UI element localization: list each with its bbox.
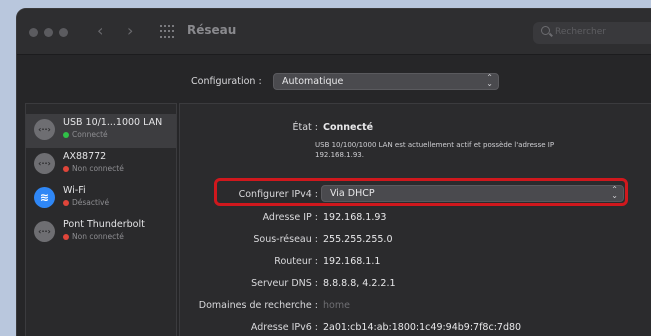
close-window-button[interactable]	[29, 28, 38, 37]
dns-server-value: 8.8.8.8, 4.2.2.1	[323, 278, 396, 289]
sidebar-item-thunderbolt-bridge[interactable]: ‹··› Pont Thunderbolt Non connecté	[26, 216, 176, 250]
router-value: 192.168.1.1	[323, 256, 381, 267]
network-services-list: ‹··› USB 10/1...1000 LAN Connecté ‹··› A…	[25, 103, 177, 336]
ethernet-icon: ‹··›	[34, 221, 55, 242]
sidebar-item-wifi[interactable]: ≋ Wi-Fi Désactivé	[26, 182, 176, 216]
ipv6-address-label: Adresse IPv6 :	[250, 322, 318, 333]
zoom-window-button[interactable]	[59, 28, 68, 37]
sidebar-item-label: AX88772	[63, 151, 107, 162]
status-text: Non connecté	[63, 164, 124, 173]
status-indicator	[63, 234, 69, 240]
configuration-label: Configuration :	[191, 76, 262, 87]
dns-server-label: Serveur DNS :	[251, 278, 318, 289]
window-title: Réseau	[187, 23, 237, 37]
search-icon	[541, 26, 550, 35]
sidebar-item-usb-lan[interactable]: ‹··› USB 10/1...1000 LAN Connecté	[26, 114, 176, 148]
select-updown-icon: ⌃ ⌄	[486, 73, 493, 88]
sidebar-item-label: Wi-Fi	[63, 185, 86, 196]
search-placeholder: Rechercher	[555, 27, 606, 37]
back-arrow-icon[interactable]: ‹	[97, 21, 103, 40]
sidebar-item-label: USB 10/1...1000 LAN	[63, 117, 163, 128]
status-value: Connecté	[323, 122, 374, 133]
show-all-grid-icon[interactable]	[160, 25, 174, 39]
status-text: Non connecté	[63, 232, 124, 241]
sidebar-item-label: Pont Thunderbolt	[63, 219, 145, 230]
ethernet-icon: ‹··›	[34, 153, 55, 174]
router-label: Routeur :	[274, 256, 318, 267]
configuration-value: Automatique	[282, 76, 344, 87]
search-domains-label: Domaines de recherche :	[198, 300, 318, 311]
configuration-select[interactable]: Automatique ⌃ ⌄	[273, 73, 499, 90]
status-note: USB 10/100/1000 LAN est actuellement act…	[315, 141, 555, 159]
wifi-icon: ≋	[34, 187, 55, 208]
highlight-box	[214, 178, 628, 206]
ipv6-address-value: 2a01:cb14:ab:1800:1c49:94b9:7f8c:7d80	[323, 322, 522, 333]
ip-address-value: 192.168.1.93	[323, 212, 387, 223]
title-bar: ‹ › Réseau Rechercher	[17, 9, 651, 55]
status-indicator	[63, 166, 69, 172]
ip-address-label: Adresse IP :	[262, 212, 318, 223]
status-indicator	[63, 132, 69, 138]
search-field[interactable]: Rechercher	[533, 22, 651, 44]
forward-arrow-icon[interactable]: ›	[127, 21, 133, 40]
status-indicator	[63, 200, 69, 206]
status-text: Connecté	[63, 130, 108, 139]
subnet-label: Sous-réseau :	[253, 234, 318, 245]
search-domains-value[interactable]: home	[323, 300, 350, 311]
sidebar-item-ax88772[interactable]: ‹··› AX88772 Non connecté	[26, 148, 176, 182]
status-label: État :	[292, 122, 319, 133]
subnet-value: 255.255.255.0	[323, 234, 393, 245]
minimize-window-button[interactable]	[44, 28, 53, 37]
ethernet-icon: ‹··›	[34, 119, 55, 140]
status-text: Désactivé	[63, 198, 109, 207]
